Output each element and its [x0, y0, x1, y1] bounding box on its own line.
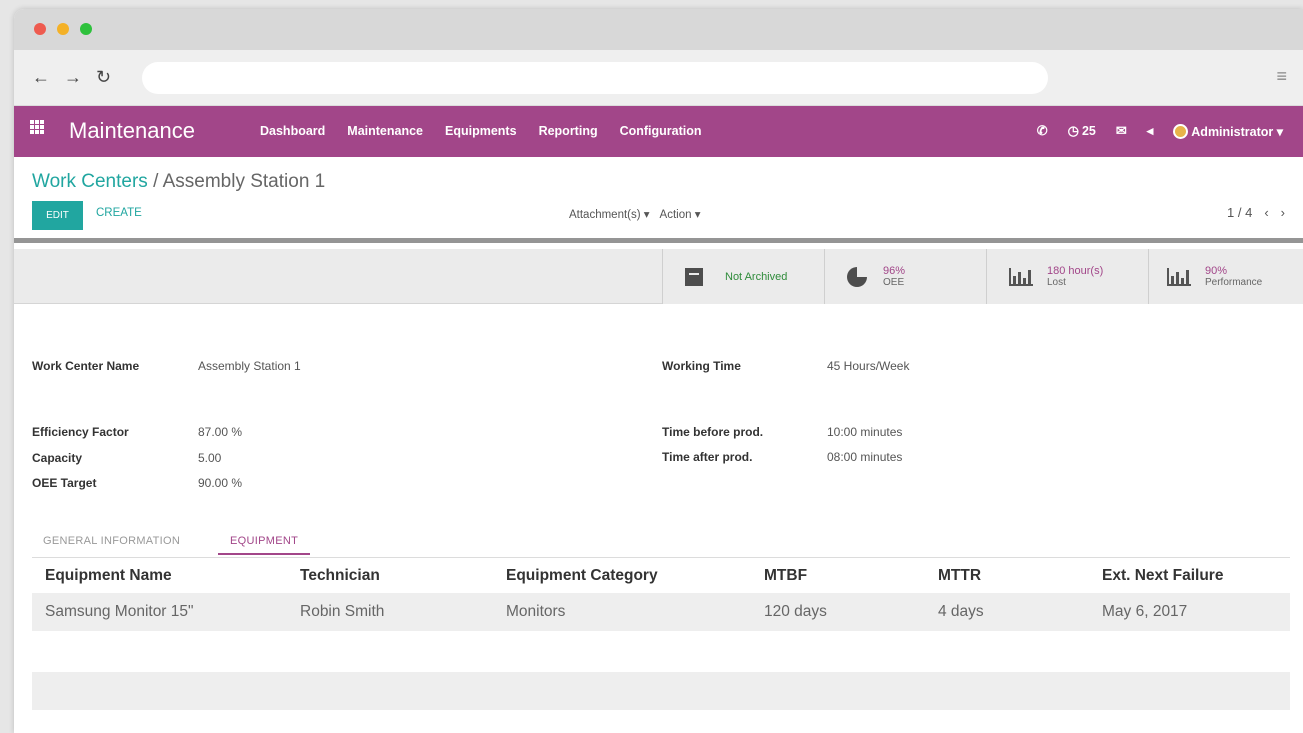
tab-equipment[interactable]: EQUIPMENT — [218, 535, 311, 555]
forward-arrow-icon[interactable]: → — [64, 66, 82, 88]
column-header[interactable]: Equipment Name — [32, 567, 300, 585]
chat-icon[interactable]: ✉ — [1116, 123, 1127, 139]
oee-target-value[interactable]: 90.00 % — [198, 476, 242, 490]
breadcrumb-work-centers[interactable]: Work Centers — [32, 171, 148, 192]
edit-button[interactable]: EDIT — [32, 201, 83, 230]
table-row[interactable]: Samsung Monitor 15" Robin Smith Monitors… — [32, 593, 1290, 631]
table-header: Equipment Name Technician Equipment Cate… — [32, 559, 1290, 593]
lost-label: Lost — [1047, 277, 1066, 288]
clock-icon: ◷ — [1067, 123, 1079, 138]
reload-icon[interactable]: ↻ — [96, 66, 111, 88]
phone-icon[interactable]: ✆ — [1037, 123, 1048, 139]
pager-prev-icon[interactable]: ‹ — [1264, 205, 1268, 220]
pie-chart-icon — [847, 266, 867, 287]
menu-item-equipments[interactable]: Equipments — [445, 124, 517, 138]
chevron-down-icon: ▾ — [1276, 124, 1283, 139]
next-failure-cell: May 6, 2017 — [1102, 603, 1188, 620]
stat-buttons-row: Not Archived 96% OEE 180 hour(s) Lost 90… — [14, 249, 1303, 304]
close-window-button[interactable] — [34, 23, 46, 35]
bar-chart-icon — [1009, 267, 1033, 286]
activity-count: 25 — [1081, 124, 1096, 138]
archive-toggle-button[interactable]: Not Archived — [662, 249, 824, 304]
oee-label: OEE — [883, 277, 905, 288]
time-before-label: Time before prod. — [662, 425, 764, 439]
apps-grid-icon[interactable] — [30, 120, 44, 134]
work-center-name-label: Work Center Name — [32, 359, 140, 373]
systray: ✆ ◷ 25 ✉ ◂ Administrator ▾ — [1037, 123, 1283, 139]
action-dropdown[interactable]: Action ▾ — [660, 207, 701, 221]
breadcrumb-current: Assembly Station 1 — [162, 171, 326, 192]
working-time-value[interactable]: 45 Hours/Week — [827, 359, 909, 373]
user-name: Administrator — [1191, 124, 1274, 139]
pager-value[interactable]: 1 / 4 — [1227, 205, 1252, 220]
menu-item-dashboard[interactable]: Dashboard — [260, 124, 325, 138]
pager-next-icon[interactable]: › — [1281, 205, 1285, 220]
breadcrumb: Work Centers / Assembly Station 1 — [32, 171, 325, 193]
hamburger-menu-icon[interactable]: ≡ — [1276, 66, 1287, 87]
time-after-value[interactable]: 08:00 minutes — [827, 450, 902, 464]
capacity-label: Capacity — [32, 451, 83, 465]
browser-toolbar: ← → ↻ ≡ — [14, 50, 1303, 106]
address-bar[interactable] — [142, 62, 1048, 94]
technician-cell: Robin Smith — [300, 603, 385, 620]
performance-button[interactable]: 90% Performance — [1148, 249, 1303, 304]
activity-badge[interactable]: ◷ 25 — [1068, 123, 1096, 139]
oee-button[interactable]: 96% OEE — [824, 249, 986, 304]
equipment-name-cell: Samsung Monitor 15" — [45, 603, 194, 620]
category-cell: Monitors — [506, 603, 566, 620]
archive-status: Not Archived — [725, 270, 788, 283]
capacity-value[interactable]: 5.00 — [198, 451, 221, 465]
oee-target-label: OEE Target — [32, 476, 97, 490]
maximize-window-button[interactable] — [80, 23, 92, 35]
column-header[interactable]: Technician — [300, 567, 506, 585]
column-header[interactable]: MTTR — [938, 567, 1102, 585]
back-arrow-icon[interactable]: ← — [32, 66, 50, 88]
minimize-window-button[interactable] — [57, 23, 69, 35]
control-panel: Work Centers / Assembly Station 1 EDIT C… — [14, 157, 1303, 243]
performance-label: Performance — [1205, 277, 1263, 288]
sidebar-actions: Attachment(s) ▾ Action ▾ — [569, 207, 700, 221]
browser-window: ← → ↻ ≡ Maintenance Dashboard Maintenanc… — [14, 9, 1303, 733]
mttr-cell: 4 days — [938, 603, 984, 620]
mtbf-cell: 120 days — [764, 603, 827, 620]
oee-value: 96% — [883, 265, 906, 277]
attachments-dropdown[interactable]: Attachment(s) ▾ — [569, 207, 650, 221]
menu-item-configuration[interactable]: Configuration — [620, 124, 702, 138]
app-title: Maintenance — [69, 118, 195, 143]
app-navbar: Maintenance Dashboard Maintenance Equipm… — [14, 106, 1303, 157]
form-tabs: GENERAL INFORMATION EQUIPMENT — [32, 529, 1290, 558]
work-center-name-value[interactable]: Assembly Station 1 — [198, 359, 301, 373]
performance-value: 90% — [1205, 265, 1228, 277]
user-menu[interactable]: Administrator ▾ — [1173, 123, 1283, 139]
bar-chart-icon — [1167, 267, 1191, 286]
lost-hours-button[interactable]: 180 hour(s) Lost — [986, 249, 1148, 304]
column-header[interactable]: Equipment Category — [506, 567, 764, 585]
efficiency-factor-label: Efficiency Factor — [32, 425, 129, 439]
time-before-value[interactable]: 10:00 minutes — [827, 425, 902, 439]
create-button[interactable]: CREATE — [96, 207, 142, 219]
equipment-table: Equipment Name Technician Equipment Cate… — [32, 559, 1290, 631]
efficiency-factor-value[interactable]: 87.00 % — [198, 425, 242, 439]
avatar — [1173, 123, 1189, 139]
pager: 1 / 4 ‹ › — [1227, 205, 1285, 220]
column-header[interactable]: Ext. Next Failure — [1102, 567, 1290, 585]
main-menu: Dashboard Maintenance Equipments Reporti… — [260, 124, 702, 138]
breadcrumb-separator: / — [147, 171, 163, 192]
column-header[interactable]: MTBF — [764, 567, 938, 585]
archive-icon — [685, 267, 703, 286]
megaphone-icon[interactable]: ◂ — [1147, 123, 1154, 139]
lost-value: 180 hour(s) — [1047, 265, 1104, 277]
menu-item-reporting[interactable]: Reporting — [539, 124, 598, 138]
menu-item-maintenance[interactable]: Maintenance — [347, 124, 423, 138]
window-titlebar — [14, 9, 1303, 50]
time-after-label: Time after prod. — [662, 450, 753, 464]
empty-table-row — [32, 672, 1290, 710]
working-time-label: Working Time — [662, 359, 741, 373]
tab-general-information[interactable]: GENERAL INFORMATION — [43, 535, 180, 547]
